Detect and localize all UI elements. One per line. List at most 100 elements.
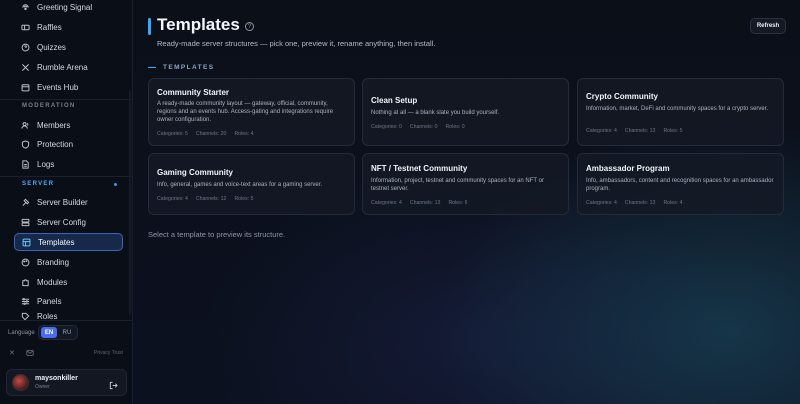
sidebar-item-quizzes[interactable]: Quizzes	[14, 38, 123, 56]
card-channels: Channels: 13	[624, 200, 656, 206]
card-roles: Roles: 5	[663, 128, 683, 134]
sidebar-scrollbar[interactable]	[129, 90, 131, 315]
sidebar-item-rumble-arena[interactable]: Rumble Arena	[14, 58, 123, 76]
card-roles: Roles: 0	[445, 124, 465, 130]
sidebar-item-events-hub[interactable]: Events Hub	[14, 78, 123, 96]
users-icon	[21, 121, 30, 130]
card-categories: Categories: 5	[157, 131, 188, 137]
sidebar-item-server-builder[interactable]: Server Builder	[14, 193, 123, 211]
sidebar-item-label: Protection	[37, 139, 74, 149]
sidebar-item-branding[interactable]: Branding	[14, 253, 123, 271]
sidebar-item-label: Rumble Arena	[37, 62, 88, 72]
sidebar-item-label: Raffles	[37, 22, 62, 32]
section-title-moderation: MODERATION	[22, 103, 76, 109]
card-categories: Categories: 4	[157, 196, 188, 202]
card-meta: Categories: 0 Channels: 0 Roles: 0	[371, 124, 465, 130]
sidebar-item-label: Members	[37, 120, 71, 130]
ticket-icon	[21, 23, 30, 32]
card-title: Community Starter	[157, 88, 230, 97]
card-description: Information, project, testnet and commun…	[371, 178, 544, 192]
page-subtitle: Ready-made server structures — pick one,…	[157, 39, 436, 48]
sidebar-item-raffles[interactable]: Raffles	[14, 18, 123, 36]
calendar-icon	[21, 83, 30, 92]
avatar[interactable]	[12, 374, 29, 391]
sidebar-divider	[0, 176, 133, 177]
sidebar-item-label: Greeting Signal	[37, 2, 93, 12]
sidebar-item-label: Templates	[38, 237, 75, 247]
logout-icon[interactable]	[109, 377, 118, 390]
sidebar-divider	[0, 99, 133, 100]
card-roles: Roles: 4	[234, 131, 254, 137]
card-title: Crypto Community	[586, 92, 658, 101]
signal-icon	[21, 3, 30, 12]
sidebar-item-label: Panels	[37, 296, 62, 306]
card-meta: Categories: 4 Channels: 13 Roles: 5	[586, 128, 682, 134]
language-label: Language	[8, 330, 35, 336]
quiz-icon	[21, 43, 30, 52]
legal-links[interactable]: Privacy Trust	[94, 350, 123, 356]
section-label-templates: TEMPLATES	[163, 64, 215, 71]
sidebar-item-templates[interactable]: Templates	[14, 233, 123, 251]
sidebar-item-label: Quizzes	[37, 42, 66, 52]
section-title-server: SERVER	[22, 181, 55, 187]
card-roles: Roles: 5	[234, 196, 254, 202]
template-card-community-starter[interactable]: Community Starter A ready-made community…	[148, 78, 355, 146]
template-icon	[22, 238, 31, 247]
file-icon	[21, 159, 30, 169]
sidebar-item-server-config[interactable]: Server Config	[14, 213, 123, 231]
page-title: Templates	[157, 15, 240, 34]
preview-hint: Select a template to preview its structu…	[148, 230, 286, 239]
sidebar-item-greeting-signal[interactable]: Greeting Signal	[14, 0, 123, 16]
user-name: maysonkiller	[35, 375, 78, 382]
help-icon[interactable]: ?	[245, 22, 254, 31]
card-channels: Channels: 13	[624, 128, 656, 134]
sidebar-item-modules[interactable]: Modules	[14, 273, 123, 291]
card-roles: Roles: 6	[448, 200, 468, 206]
template-card-nft-testnet[interactable]: NFT / Testnet Community Information, pro…	[362, 153, 569, 215]
card-description: Info, ambassadors, content and recogniti…	[586, 178, 774, 192]
template-card-gaming-community[interactable]: Gaming Community Info, general, games an…	[148, 153, 355, 215]
card-channels: Channels: 12	[195, 196, 227, 202]
card-description: Nothing at all — a blank slate you build…	[371, 110, 500, 116]
title-accent	[148, 18, 151, 35]
card-title: NFT / Testnet Community	[371, 164, 468, 173]
card-description: Information, market, DeFi and community …	[586, 106, 769, 112]
card-title: Gaming Community	[157, 168, 234, 177]
sidebar-item-logs[interactable]: Logs	[14, 155, 123, 173]
sidebar-item-label: Branding	[37, 257, 70, 267]
config-icon	[21, 218, 30, 227]
template-card-crypto-community[interactable]: Crypto Community Information, market, De…	[577, 78, 784, 146]
lang-ru-button[interactable]: RU	[59, 327, 75, 338]
card-categories: Categories: 0	[371, 124, 402, 130]
refresh-button[interactable]: Refresh	[750, 18, 786, 34]
card-categories: Categories: 4	[586, 128, 617, 134]
card-categories: Categories: 4	[371, 200, 402, 206]
card-channels: Channels: 13	[409, 200, 441, 206]
card-description: Info, general, games and voice-text area…	[157, 182, 323, 188]
telegram-icon[interactable]	[26, 349, 34, 359]
sidebar-item-protection[interactable]: Protection	[14, 135, 123, 153]
template-card-clean-setup[interactable]: Clean Setup Nothing at all — a blank sla…	[362, 78, 569, 146]
card-meta: Categories: 4 Channels: 13 Roles: 6	[371, 200, 467, 206]
sidebar-item-label: Server Builder	[37, 197, 88, 207]
card-meta: Categories: 4 Channels: 13 Roles: 4	[586, 200, 682, 206]
swords-icon	[21, 63, 30, 72]
sidebar-item-roles[interactable]: Roles	[14, 312, 123, 320]
sidebar-item-panels[interactable]: Panels	[14, 292, 123, 310]
sliders-icon	[21, 297, 30, 306]
card-channels: Channels: 20	[195, 131, 227, 137]
hammer-icon	[21, 198, 30, 207]
active-section-dot	[114, 183, 117, 186]
x-icon[interactable]: ✕	[9, 349, 15, 357]
user-role: Owner	[35, 384, 50, 390]
palette-icon	[21, 258, 30, 267]
card-description: A ready-made community layout — gateway,…	[157, 101, 334, 123]
sidebar-item-label: Server Config	[37, 217, 86, 227]
sidebar: Greeting Signal Raffles Quizzes Rumble A…	[0, 0, 133, 404]
sidebar-item-label: Roles	[37, 312, 58, 320]
template-card-ambassador-program[interactable]: Ambassador Program Info, ambassadors, co…	[577, 153, 784, 215]
card-title: Ambassador Program	[586, 164, 670, 173]
section-accent	[148, 67, 156, 68]
lang-en-button[interactable]: EN	[41, 327, 57, 338]
sidebar-item-members[interactable]: Members	[14, 116, 123, 134]
